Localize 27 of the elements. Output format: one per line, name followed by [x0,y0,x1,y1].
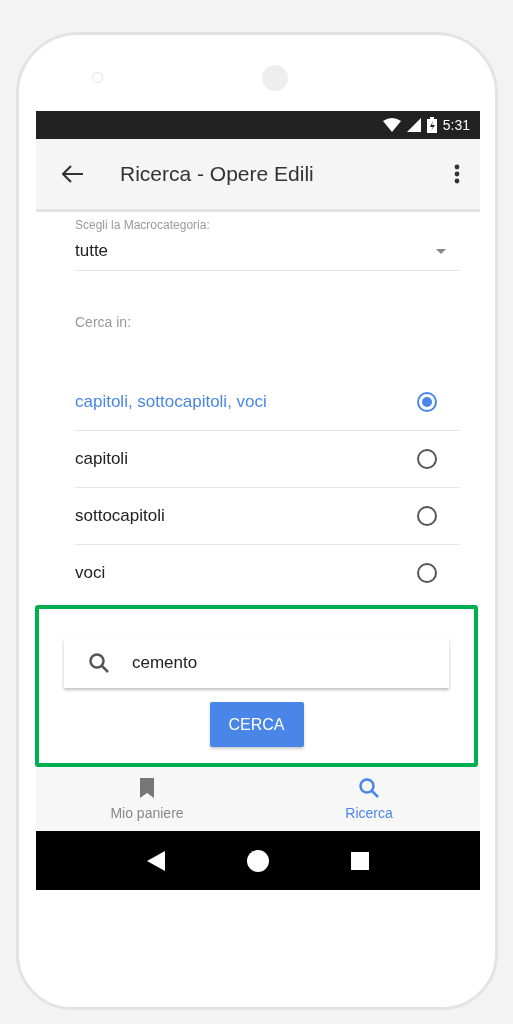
recents-icon[interactable] [351,851,369,870]
signal-icon [406,118,421,132]
back-icon[interactable] [147,850,165,871]
radio-button[interactable] [416,562,438,584]
macrocategory-label: Scegli la Macrocategoria: [75,218,211,232]
option-label[interactable]: capitoli, sottocapitoli, voci [75,392,267,412]
home-icon[interactable] [247,849,269,872]
back-arrow-icon[interactable] [62,165,84,183]
radio-button[interactable] [416,391,438,413]
dropdown-caret-icon [436,248,446,254]
search-icon [88,652,110,674]
status-time: 5:31 [442,117,470,133]
option-label[interactable]: voci [75,563,106,583]
search-button[interactable]: CERCA [209,702,304,747]
battery-icon [426,117,437,133]
search-in-label: Cerca in: [75,314,133,330]
screen-title: Ricerca - Opere Edili [120,162,315,186]
radio-button[interactable] [416,448,438,470]
macrocategory-dropdown[interactable]: tutte [75,232,460,271]
search-icon [358,777,380,799]
search-field[interactable]: cemento [64,638,449,688]
radio-button[interactable] [416,505,438,527]
option-label[interactable]: sottocapitoli [75,506,165,526]
option-label[interactable]: capitoli [75,449,128,469]
more-options-icon[interactable] [454,164,460,184]
wifi-icon [382,118,401,132]
bookmark-icon [139,777,155,799]
